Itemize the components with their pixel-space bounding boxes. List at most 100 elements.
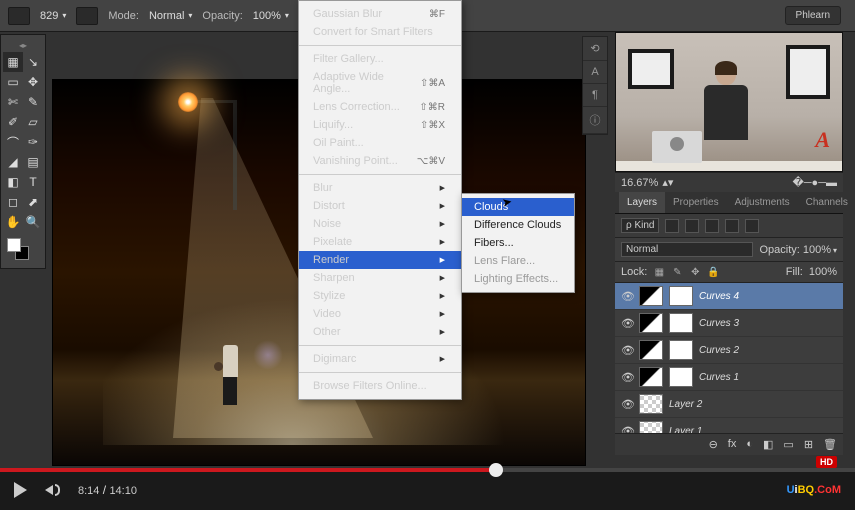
menu-item[interactable]: Pixelate <box>299 233 461 251</box>
brush-size[interactable]: 829 <box>40 10 66 22</box>
menu-item[interactable]: Sharpen <box>299 269 461 287</box>
mask-thumb[interactable] <box>669 340 693 360</box>
tool-3[interactable]: ✥ <box>23 72 43 92</box>
tool-8[interactable]: ⌒ <box>3 132 23 152</box>
visibility-icon[interactable]: 👁 <box>621 398 633 411</box>
layer-thumb[interactable] <box>639 340 663 360</box>
lock-pixels-icon[interactable]: ✎ <box>671 266 683 278</box>
layer-name[interactable]: Layer 2 <box>669 399 702 410</box>
mask-thumb[interactable] <box>669 313 693 333</box>
tool-10[interactable]: ◢ <box>3 152 23 172</box>
layer-row[interactable]: 👁 Curves 1 <box>615 364 843 391</box>
visibility-icon[interactable]: 👁 <box>621 317 633 330</box>
layer-name[interactable]: Curves 3 <box>699 318 739 329</box>
layer-row[interactable]: 👁 Curves 4 <box>615 283 843 310</box>
lock-all-icon[interactable]: 🔒 <box>707 266 719 278</box>
collapsed-panels[interactable]: ⟲ A ¶ ⓘ <box>582 36 608 135</box>
filter-type-icon[interactable] <box>705 219 719 233</box>
history-icon[interactable]: ⟲ <box>583 37 607 61</box>
tool-11[interactable]: ▤ <box>23 152 43 172</box>
layer-foot-icon[interactable]: ◧ <box>763 438 773 451</box>
menu-item[interactable]: Distort <box>299 197 461 215</box>
layer-row[interactable]: 👁 Curves 3 <box>615 310 843 337</box>
document-tab[interactable]: Phlearn <box>785 6 841 25</box>
panel-tab[interactable]: Adjustments <box>727 192 798 213</box>
opacity-value[interactable]: 100% <box>253 10 289 22</box>
layer-thumb[interactable] <box>639 286 663 306</box>
layer-thumb[interactable] <box>639 313 663 333</box>
panel-tab[interactable]: Layers <box>619 192 665 213</box>
navigator-thumbnail[interactable]: A <box>615 32 843 172</box>
layer-foot-icon[interactable]: ⊖ <box>709 438 718 451</box>
tool-9[interactable]: ✑ <box>23 132 43 152</box>
menu-item[interactable]: Vanishing Point...⌥⌘V <box>299 152 461 170</box>
layer-name[interactable]: Curves 1 <box>699 372 739 383</box>
submenu-item[interactable]: Difference Clouds <box>462 216 574 234</box>
layer-foot-icon[interactable]: 🗑 <box>823 438 837 451</box>
submenu-item[interactable]: Fibers... <box>462 234 574 252</box>
fill-value[interactable]: 100% <box>809 266 837 278</box>
menu-item[interactable]: Digimarc <box>299 350 461 368</box>
foreground-background-swatch[interactable] <box>3 236 43 264</box>
visibility-icon[interactable]: 👁 <box>621 425 633 434</box>
paragraph-icon[interactable]: ¶ <box>583 84 607 107</box>
character-icon[interactable]: A <box>583 61 607 84</box>
layer-row[interactable]: 👁 Layer 1 <box>615 418 843 433</box>
layer-row[interactable]: 👁 Layer 2 <box>615 391 843 418</box>
menu-item[interactable]: Other <box>299 323 461 341</box>
layer-thumb[interactable] <box>639 367 663 387</box>
tool-17[interactable]: 🔍 <box>23 212 43 232</box>
layer-row[interactable]: 👁 Curves 2 <box>615 337 843 364</box>
menu-item[interactable]: Adaptive Wide Angle...⇧⌘A <box>299 68 461 98</box>
menu-item[interactable]: Video <box>299 305 461 323</box>
tool-1[interactable]: ↘ <box>23 52 43 72</box>
menu-item[interactable]: Liquify...⇧⌘X <box>299 116 461 134</box>
play-button[interactable] <box>14 482 27 498</box>
tool-0[interactable]: ▦ <box>3 52 23 72</box>
lock-position-icon[interactable]: ✥ <box>689 266 701 278</box>
menu-item[interactable]: Gaussian Blur⌘F <box>299 5 461 23</box>
tool-12[interactable]: ◧ <box>3 172 23 192</box>
tool-2[interactable]: ▭ <box>3 72 23 92</box>
visibility-icon[interactable]: 👁 <box>621 344 633 357</box>
submenu-item[interactable]: Clouds <box>462 198 574 216</box>
menu-item[interactable]: Noise <box>299 215 461 233</box>
info-icon[interactable]: ⓘ <box>583 107 607 134</box>
menu-item[interactable]: Browse Filters Online... <box>299 377 461 395</box>
panel-tab[interactable]: Properties <box>665 192 727 213</box>
layer-foot-icon[interactable]: fx <box>728 438 737 451</box>
layer-name[interactable]: Curves 2 <box>699 345 739 356</box>
volume-button[interactable] <box>45 484 60 496</box>
tool-15[interactable]: ⬈ <box>23 192 43 212</box>
filter-pixel-icon[interactable] <box>665 219 679 233</box>
zoom-readout[interactable]: 16.67%▴▾�─●─▬ <box>615 172 843 192</box>
tool-7[interactable]: ▱ <box>23 112 43 132</box>
panel-tab[interactable]: Channels <box>798 192 855 213</box>
brush-panel-icon[interactable] <box>76 7 98 25</box>
progress-track[interactable] <box>0 468 855 472</box>
visibility-icon[interactable]: 👁 <box>621 290 633 303</box>
layer-name[interactable]: Layer 1 <box>669 426 702 434</box>
filter-adjust-icon[interactable] <box>685 219 699 233</box>
layer-opacity[interactable]: 100% <box>803 244 837 256</box>
menu-item[interactable]: Lens Correction...⇧⌘R <box>299 98 461 116</box>
layer-foot-icon[interactable]: ▭ <box>783 438 793 451</box>
tool-5[interactable]: ✎ <box>23 92 43 112</box>
menu-item[interactable]: Blur <box>299 179 461 197</box>
blend-mode-select[interactable]: Normal <box>621 242 753 257</box>
tool-16[interactable]: ✋ <box>3 212 23 232</box>
tool-4[interactable]: ✄ <box>3 92 23 112</box>
layer-thumb[interactable] <box>639 394 663 414</box>
tool-14[interactable]: ◻ <box>3 192 23 212</box>
mask-thumb[interactable] <box>669 286 693 306</box>
brush-swatch[interactable] <box>8 7 30 25</box>
lock-transparent-icon[interactable]: ▦ <box>653 266 665 278</box>
kind-filter[interactable]: ρ Kind <box>621 218 659 233</box>
filter-smart-icon[interactable] <box>745 219 759 233</box>
layer-name[interactable]: Curves 4 <box>699 291 739 302</box>
mask-thumb[interactable] <box>669 367 693 387</box>
visibility-icon[interactable]: 👁 <box>621 371 633 384</box>
layer-foot-icon[interactable]: ⊞ <box>804 438 813 451</box>
mode-select[interactable]: Normal <box>149 10 192 22</box>
layer-foot-icon[interactable]: ◐ <box>746 438 753 451</box>
